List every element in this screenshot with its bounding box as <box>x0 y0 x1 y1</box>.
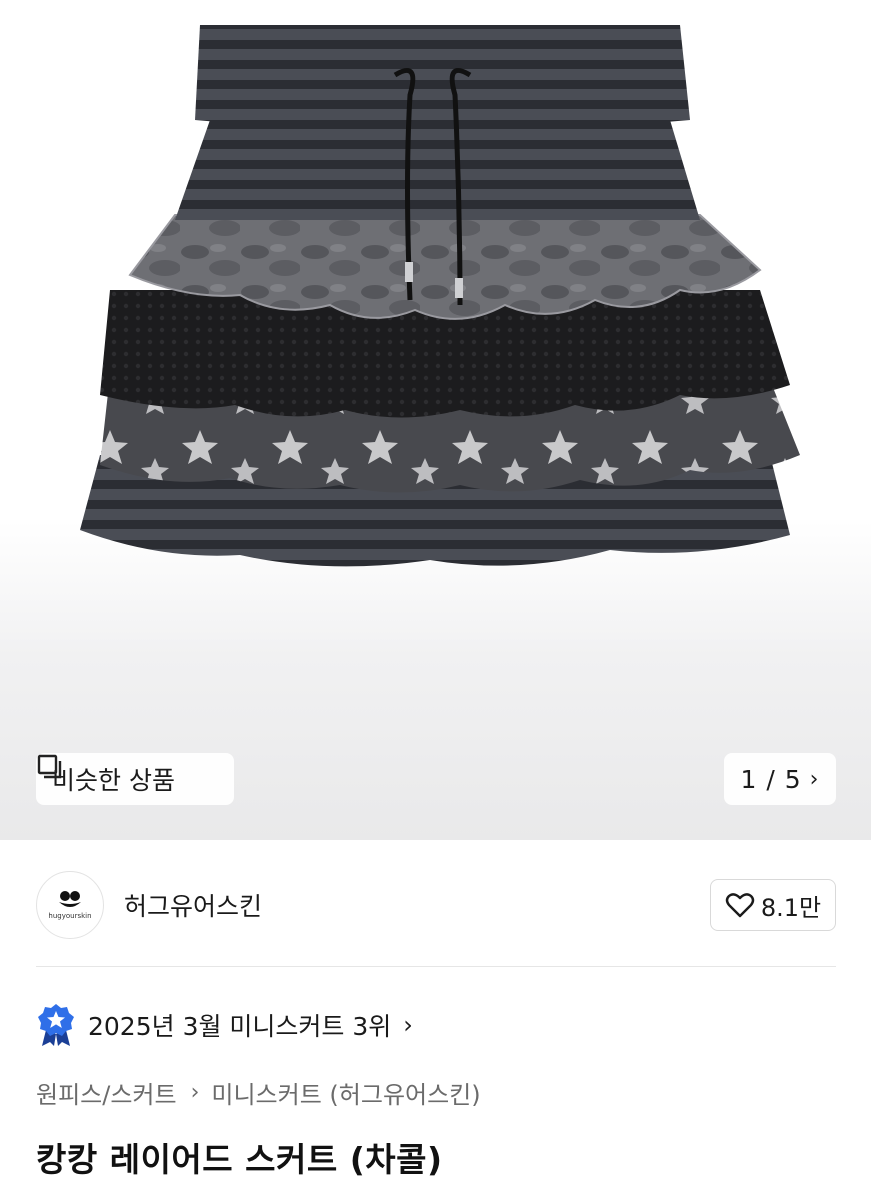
ranking-text: 2025년 3월 미니스커트 3위 <box>88 1012 392 1041</box>
breadcrumb-category[interactable]: 원피스/스커트 <box>36 1075 177 1110</box>
heart-icon <box>725 893 755 918</box>
similar-products-button[interactable]: 비슷한 상품 <box>36 753 234 805</box>
brand-logo-text: hugyourskin <box>48 912 92 920</box>
like-button[interactable]: 8.1만 <box>710 879 836 931</box>
seller-name[interactable]: 허그유어스킨 <box>124 887 262 923</box>
chevron-right-icon: › <box>190 1079 200 1105</box>
image-counter-text: 1 / 5 <box>740 764 802 794</box>
ranking-link[interactable]: 2025년 3월 미니스커트 3위 › <box>36 1000 413 1050</box>
similar-items-icon <box>37 754 62 779</box>
seller-row[interactable]: hugyourskin 허그유어스킨 8.1만 <box>36 870 836 940</box>
product-title: 캉캉 레이어드 스커트 (차콜) <box>36 1140 443 1179</box>
product-image <box>80 25 800 567</box>
chevron-right-icon: › <box>403 1011 413 1039</box>
ranking-badge-icon <box>38 1004 74 1046</box>
product-image-viewer[interactable]: 비슷한 상품 1 / 5 › <box>0 0 871 840</box>
brand-logo-icon <box>59 891 81 907</box>
similar-products-label: 비슷한 상품 <box>52 766 175 795</box>
seller-avatar[interactable]: hugyourskin <box>36 871 104 939</box>
image-counter-button[interactable]: 1 / 5 › <box>724 753 836 805</box>
breadcrumb-subcategory[interactable]: 미니스커트 (허그유어스킨) <box>211 1075 480 1110</box>
chevron-right-icon: › <box>809 766 820 792</box>
like-count: 8.1만 <box>760 893 822 922</box>
divider <box>36 966 836 967</box>
breadcrumb: 원피스/스커트 › 미니스커트 (허그유어스킨) <box>36 1074 481 1110</box>
